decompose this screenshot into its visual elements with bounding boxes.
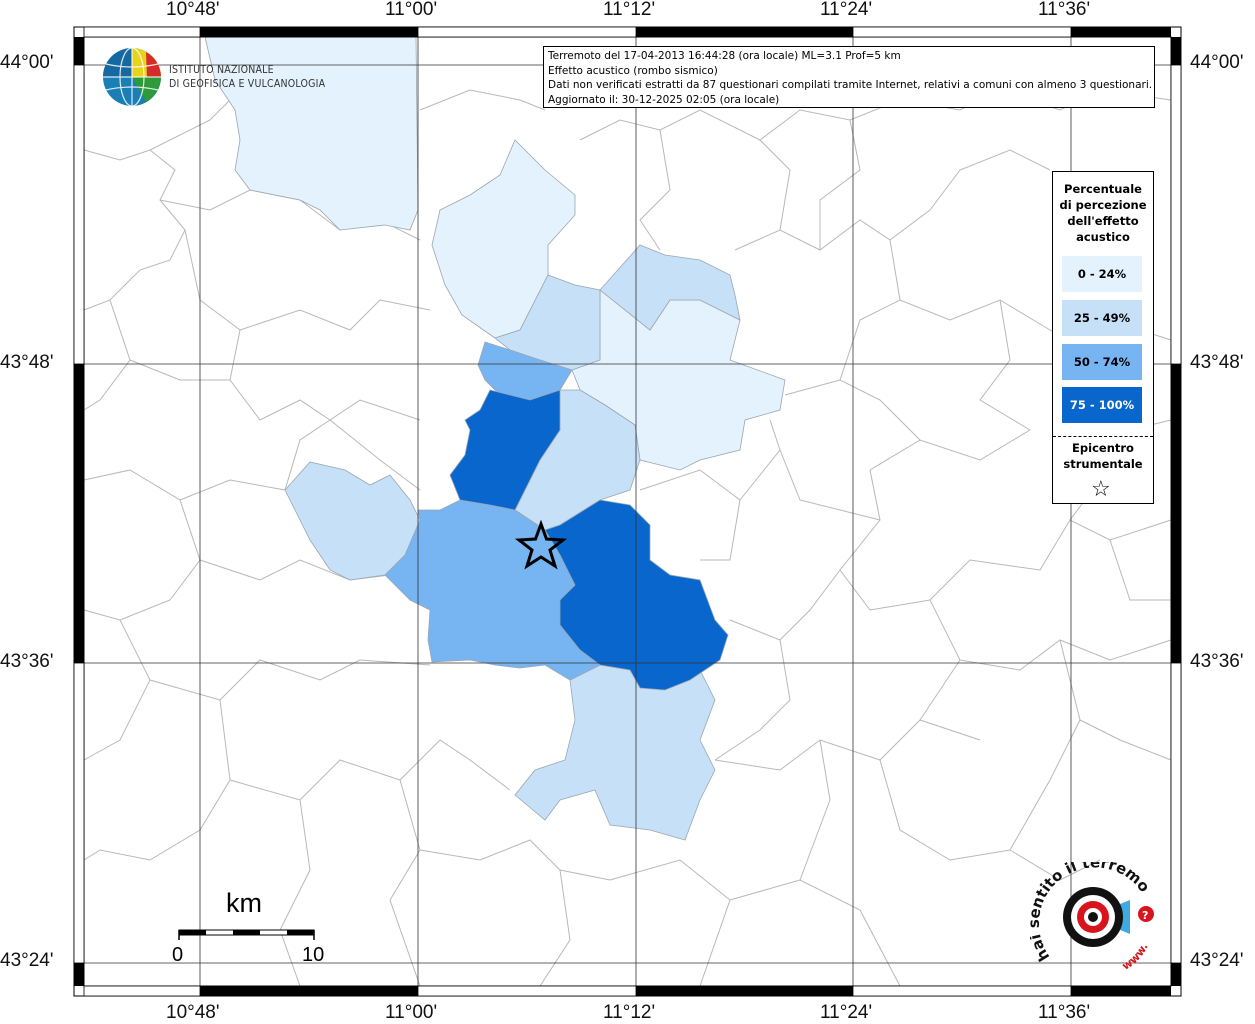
legend-class-50-74: 50 - 74% (1062, 344, 1142, 380)
hst-logo: hai sentito il terremoto.it www. ? (1025, 848, 1170, 980)
svg-text:www.: www. (1120, 941, 1151, 973)
svg-text:?: ? (1142, 909, 1148, 922)
legend-epicenter-line: Epicentro (1072, 441, 1134, 455)
lat-label-right: 43°24' (1190, 950, 1244, 971)
lat-label-right: 43°48' (1190, 352, 1244, 373)
hst-target-icon: hai sentito il terremoto.it www. ? (1025, 848, 1154, 973)
lat-label-left: 43°48' (0, 352, 54, 373)
legend-class-25-49: 25 - 49% (1062, 300, 1142, 336)
update-time: Aggiornato il: 30-12-2025 02:05 (ora loc… (548, 93, 780, 106)
scale-unit: km (226, 888, 262, 918)
ingv-name-line2: DI GEOFISICA E VULCANOLOGIA (169, 78, 326, 90)
lon-label-top: 11°24' (820, 0, 873, 20)
legend-title-line: di percezione (1059, 198, 1147, 212)
legend-star-icon: ☆ (1091, 477, 1111, 502)
lon-label-top: 11°00' (385, 0, 438, 20)
legend-epicenter-label: Epicentro strumentale (1053, 440, 1153, 472)
legend-separator (1053, 436, 1153, 437)
event-title: Terremoto del 17-04-2013 16:44:28 (ora l… (548, 50, 901, 62)
legend-title: Percentuale di percezione dell'effetto a… (1053, 181, 1153, 245)
event-info-box: Terremoto del 17-04-2013 16:44:28 (ora l… (543, 46, 1155, 108)
lon-label-top: 11°36' (1038, 0, 1091, 20)
lat-label-left: 43°24' (0, 950, 54, 971)
legend-class-75-100: 75 - 100% (1062, 387, 1142, 423)
lat-label-left: 44°00' (0, 52, 54, 73)
lon-label-bottom: 11°00' (385, 1002, 438, 1023)
legend-title-line: Percentuale (1064, 182, 1142, 196)
lon-label-top: 11°12' (603, 0, 656, 20)
lat-label-right: 43°36' (1190, 651, 1244, 672)
scale-max-label: 10 (302, 944, 325, 966)
ingv-globe-icon (103, 47, 161, 107)
hst-www: www. (1120, 941, 1151, 973)
ingv-name-line1: ISTITUTO NAZIONALE (169, 64, 274, 76)
ingv-logo: ISTITUTO NAZIONALE DI GEOFISICA E VULCAN… (101, 46, 325, 110)
legend-class-0-24: 0 - 24% (1062, 256, 1142, 292)
lon-label-bottom: 10°48' (166, 1002, 220, 1023)
lon-label-bottom: 11°12' (603, 1002, 656, 1023)
legend-title-line: dell'effetto (1067, 214, 1139, 228)
lat-label-left: 43°36' (0, 651, 54, 672)
scale-min-label: 0 (172, 944, 184, 966)
lon-label-bottom: 11°36' (1038, 1002, 1091, 1023)
legend-epicenter-line: strumentale (1063, 457, 1143, 471)
lat-label-right: 44°00' (1190, 52, 1244, 73)
effect-type: Effetto acustico (rombo sismico) (548, 64, 718, 77)
lon-label-bottom: 11°24' (820, 1002, 873, 1023)
data-note: Dati non verificati estratti da 87 quest… (548, 79, 1153, 91)
legend: Percentuale di percezione dell'effetto a… (1052, 171, 1154, 504)
lon-label-top: 10°48' (166, 0, 220, 20)
legend-title-line: acustico (1076, 230, 1130, 244)
